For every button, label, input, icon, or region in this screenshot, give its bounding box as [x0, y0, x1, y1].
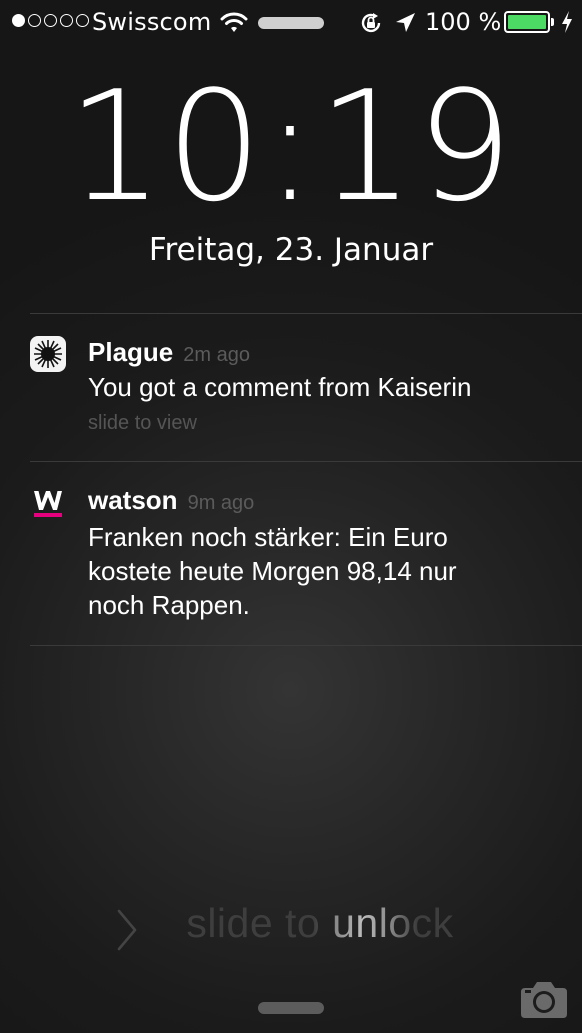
notification-title: Plague 2m ago [88, 337, 250, 368]
signal-dot [76, 14, 89, 27]
notification-message-line: noch Rappen. [88, 590, 250, 620]
notification-plague[interactable]: Plague 2m ago You got a comment from Kais… [0, 313, 582, 461]
lock-screen-time: 10:19 [66, 58, 516, 235]
signal-dot [28, 14, 41, 27]
slide-to-unlock[interactable]: slide to unlock [0, 900, 582, 951]
signal-dot [12, 14, 25, 27]
notification-message: You got a comment from Kaiserin [88, 372, 472, 402]
notification-message-line: Franken noch stärker: Ein Euro [88, 522, 448, 552]
notification-time: 9m ago [187, 492, 255, 514]
notification-slide-hint: slide to view [88, 412, 197, 434]
notification-message: Franken noch stärker: Ein Euro kostete h… [88, 520, 558, 622]
notification-message-line: kostete heute Morgen 98,14 nur [88, 556, 457, 586]
notification-app-name: Plague [88, 337, 174, 367]
signal-dot [60, 14, 73, 27]
signal-dot [44, 14, 57, 27]
notification-watson[interactable]: watson 9m ago Franken noch stärker: Ein E… [0, 461, 582, 645]
notification-title: watson 9m ago [88, 485, 254, 516]
carrier-name: Swisscom [92, 8, 212, 36]
notification-divider [30, 645, 582, 646]
location-arrow-icon [394, 11, 416, 39]
wifi-icon [220, 10, 248, 38]
slide-to-unlock-label: slide to unlock [186, 900, 454, 946]
status-bar: Swisscom 100 % [0, 0, 582, 44]
battery-nub [551, 18, 554, 26]
lock-screen-date: Freitag, 23. Januar [148, 232, 434, 268]
notification-time: 2m ago [183, 344, 250, 366]
battery-icon [504, 11, 554, 33]
notification-app-name: watson [88, 485, 178, 515]
charging-bolt-icon [560, 10, 574, 38]
status-indicator-pill [258, 17, 324, 29]
battery-percentage: 100 % [425, 8, 502, 36]
camera-icon[interactable] [519, 980, 569, 1024]
plague-app-icon [30, 336, 66, 372]
rotation-lock-icon [358, 10, 384, 40]
signal-strength-indicator [12, 14, 89, 27]
control-center-grabber[interactable] [258, 1002, 324, 1014]
watson-app-icon [30, 485, 66, 521]
chevron-right-icon [116, 908, 138, 962]
battery-fill [508, 15, 546, 29]
